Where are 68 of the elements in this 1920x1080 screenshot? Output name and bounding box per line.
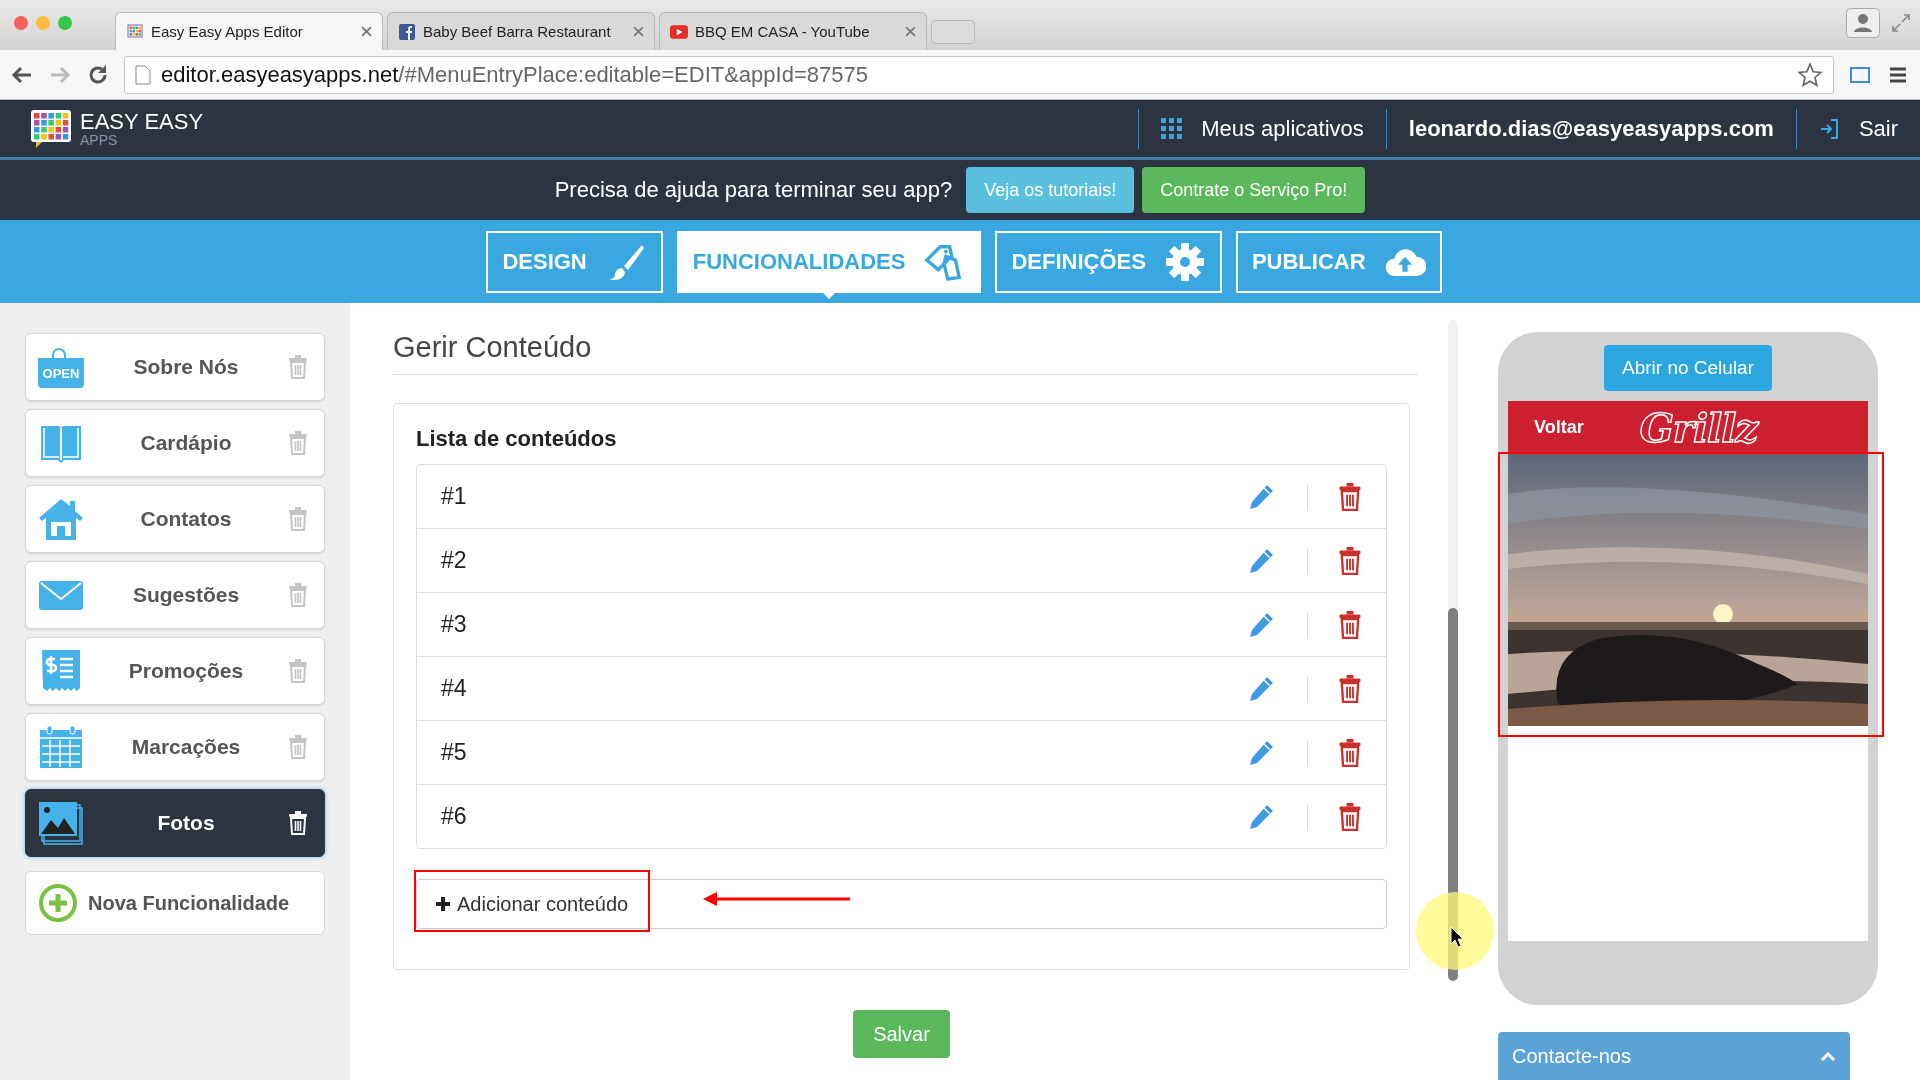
sidebar-item[interactable]: Contatos (25, 485, 325, 553)
grid-icon (126, 23, 144, 40)
logo-text: EASY EASY (80, 110, 204, 133)
trash-icon[interactable] (1338, 802, 1362, 831)
grid-icon (1161, 117, 1184, 140)
content-item: #1 (441, 483, 468, 510)
pencil-icon[interactable] (1247, 674, 1275, 703)
sidebar-item[interactable]: Sugestões (25, 561, 325, 629)
calendar-icon (38, 724, 84, 770)
pencil-icon[interactable] (1247, 610, 1275, 639)
content-item: #5 (441, 739, 468, 766)
account-link[interactable]: leonardo.dias@easyeasyapps.com (1385, 108, 1796, 149)
mouse-pointer-icon (1450, 926, 1464, 948)
sidebar-item[interactable]: Promoções (25, 637, 325, 705)
zoom-window-button[interactable] (58, 16, 72, 30)
sidebar-item[interactable]: OPEN Sobre Nós (25, 333, 325, 401)
close-icon[interactable] (633, 26, 644, 37)
close-icon[interactable] (905, 26, 916, 37)
address-field[interactable]: editor.easyeasyapps.net/#MenuEntryPlace:editable=EDIT&appId=87575 (124, 55, 1834, 94)
photos-icon (38, 800, 84, 846)
trash-icon[interactable] (1338, 482, 1362, 511)
new-feature-button[interactable]: Nova Funcionalidade (25, 871, 325, 935)
gear-icon (1163, 241, 1206, 282)
pencil-icon[interactable] (1247, 482, 1275, 511)
play-icon (670, 23, 688, 40)
exit-icon (1818, 117, 1841, 140)
my-apps-link[interactable]: Meus aplicativos (1138, 108, 1386, 149)
content-item: #4 (441, 675, 468, 702)
content-item: #2 (441, 547, 468, 574)
page-icon (135, 64, 151, 85)
star-icon[interactable] (1797, 61, 1823, 88)
sidebar-item[interactable]: Fotos (25, 789, 325, 857)
logo-subtitle: APPS (80, 132, 119, 147)
trash-icon[interactable] (1338, 610, 1362, 639)
list-title: Lista de conteúdos (416, 426, 618, 452)
help-text: Precisa de ajuda para terminar seu app? (554, 177, 953, 203)
sidebar-item[interactable]: Cardápio (25, 409, 325, 477)
trash-icon[interactable] (288, 810, 308, 836)
content-item: #6 (441, 803, 468, 830)
open-sign-icon: OPEN (38, 346, 84, 388)
house-icon (38, 496, 84, 542)
url-text: editor.easyeasyapps.net/#MenuEntryPlace:editable=EDIT&appId=87575 (161, 61, 868, 88)
logout-link[interactable]: Sair (1795, 108, 1920, 149)
pencil-icon[interactable] (1247, 802, 1275, 831)
trash-icon[interactable] (1338, 674, 1362, 703)
facebook-icon (398, 23, 416, 40)
pencil-icon[interactable] (1247, 738, 1275, 767)
content-item: #3 (441, 611, 468, 638)
pencil-icon[interactable] (1247, 546, 1275, 575)
add-content-button[interactable]: Adicionar conteúdo (435, 892, 629, 916)
trash-icon[interactable] (1338, 546, 1362, 575)
app-logo: Grillz (1639, 404, 1758, 451)
plus-icon (435, 896, 451, 912)
plus-circle-icon (38, 883, 78, 923)
back-link[interactable]: Voltar (1534, 417, 1584, 438)
grid-logo-icon (30, 108, 72, 149)
browser-tab[interactable]: BBQ EM CASA - YouTube (659, 12, 927, 50)
close-window-button[interactable] (14, 16, 28, 30)
expand-icon[interactable] (1892, 14, 1910, 32)
trash-icon[interactable] (1338, 738, 1362, 767)
browser-tab[interactable]: Easy Easy Apps Editor (115, 12, 383, 50)
person-icon[interactable] (1846, 8, 1880, 38)
contact-label: Contacte-nos (1512, 1044, 1632, 1068)
sidebar-item[interactable]: Marcações (25, 713, 325, 781)
page-title: Gerir Conteúdo (393, 331, 1418, 375)
close-icon[interactable] (361, 26, 372, 37)
browser-tab[interactable]: Baby Beef Barra Restaurant (387, 12, 655, 50)
caret-icon[interactable] (1820, 1051, 1836, 1061)
